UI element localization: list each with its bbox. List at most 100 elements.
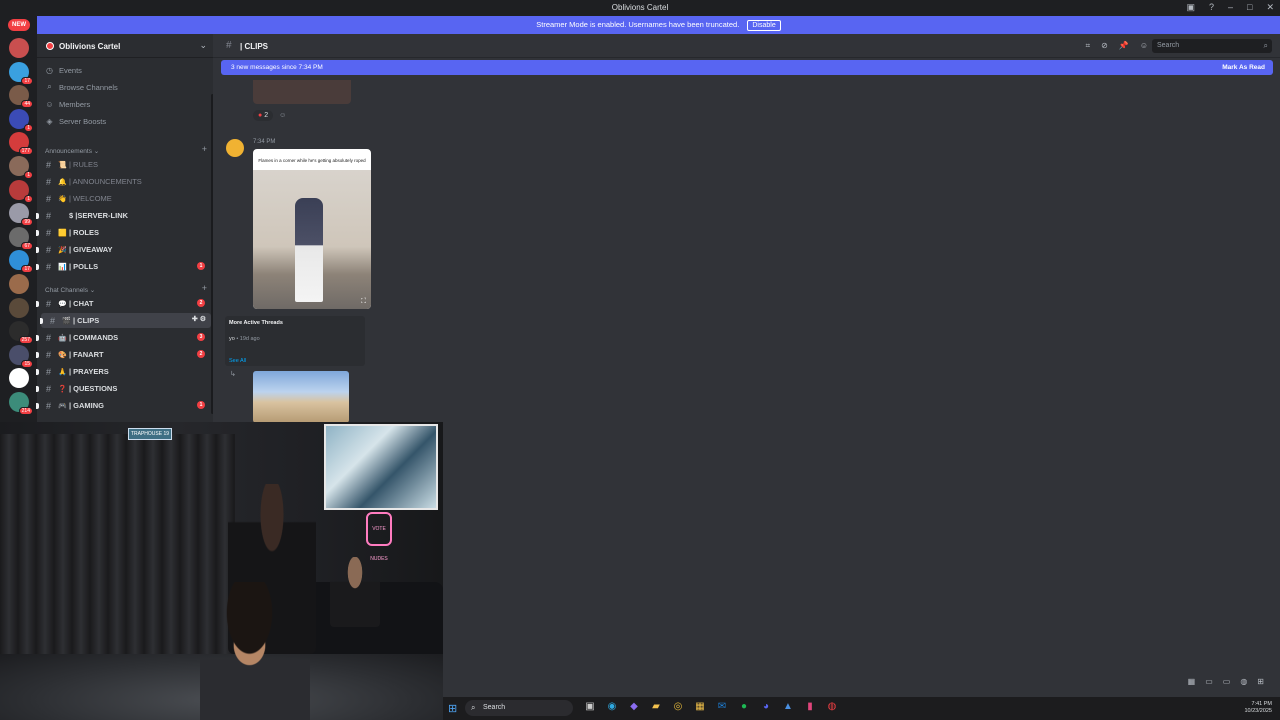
inbox-icon[interactable]: ▣ <box>1186 2 1195 13</box>
edge-icon[interactable]: ◉ <box>605 701 619 712</box>
channel-item[interactable]: # 🟨 | ROLES <box>36 225 209 240</box>
category-chat[interactable]: Chat Channels ⌄ <box>45 286 95 294</box>
channel-emoji: 👋 <box>58 195 67 203</box>
hash-icon: # <box>226 40 232 51</box>
app-icon[interactable]: ◆ <box>627 701 641 712</box>
video-attachment[interactable]: Flames in a corner while he's getting ab… <box>253 149 371 309</box>
add-channel-icon[interactable]: + <box>202 144 207 154</box>
reaction[interactable]: ● 2 <box>253 110 274 121</box>
channel-name: | CLIPS <box>240 42 269 51</box>
channel-item[interactable]: # 🎬 | CLIPS ✚⚙ <box>40 313 211 328</box>
members-icon[interactable]: ☺ <box>1140 41 1148 51</box>
channel-item[interactable]: # 📜 | RULES <box>37 157 209 172</box>
streaming-app-icon[interactable]: ▮ <box>803 701 817 712</box>
channel-item[interactable]: # 🔔 | ANNOUNCEMENTS <box>37 174 209 189</box>
server-icon[interactable] <box>9 38 29 58</box>
maximize-icon[interactable]: □ <box>1247 2 1252 13</box>
hash-icon: # <box>46 244 52 255</box>
nav-icon: ☺ <box>45 99 54 109</box>
add-reaction-icon[interactable]: ☺ <box>279 112 286 119</box>
server-icon[interactable]: 15 <box>9 344 33 368</box>
server-icon[interactable]: 177 <box>9 132 33 156</box>
server-icon[interactable]: 99 <box>9 203 33 227</box>
display-icon[interactable]: ▭ <box>1223 677 1231 686</box>
channel-item[interactable]: # 🎮 | GAMING 1 <box>36 398 209 413</box>
help-icon[interactable]: ? <box>1209 2 1214 13</box>
nav-item[interactable]: ◷ Events <box>45 63 82 77</box>
server-icon[interactable]: 257 <box>9 321 33 345</box>
channel-item[interactable]: # ❓ | QUESTIONS <box>36 381 209 396</box>
channel-label: | PRAYERS <box>69 367 109 376</box>
unread-indicator <box>36 301 39 307</box>
server-icon[interactable]: 44 <box>9 85 33 109</box>
system-tray-icons: ▦ ▭ ▭ ◍ ⊞ <box>1188 677 1264 686</box>
server-icon[interactable]: 1 <box>9 108 33 132</box>
close-icon[interactable]: ✕ <box>1266 2 1274 13</box>
channel-item[interactable]: # 🎨 | FANART 2 <box>36 347 209 362</box>
channel-item[interactable]: # 👋 | WELCOME <box>37 191 209 206</box>
apps-icon[interactable]: ⊞ <box>1257 677 1264 686</box>
minimize-icon[interactable]: – <box>1228 2 1233 13</box>
channel-settings-icons[interactable]: ✚⚙ <box>192 315 208 323</box>
channel-item[interactable]: # 💬 | CHAT 2 <box>36 296 209 311</box>
taskbar-clock[interactable]: 7:41 PM 10/23/2025 <box>1244 701 1272 715</box>
hash-icon: # <box>46 383 52 394</box>
server-header[interactable]: Oblivions Cartel ⌄ <box>37 34 213 58</box>
server-icon[interactable]: 17 <box>9 250 33 274</box>
server-icon[interactable] <box>9 297 29 318</box>
window-icon[interactable]: ▭ <box>1205 677 1213 686</box>
search-placeholder: Search <box>1157 42 1180 49</box>
server-badge: 15 <box>21 359 33 368</box>
category-announcements[interactable]: Announcements ⌄ <box>45 147 99 155</box>
channel-item[interactable]: # 🎉 | GIVEAWAY <box>36 242 209 257</box>
channel-item[interactable]: # $ |SERVER-LINK <box>36 208 209 223</box>
calendar-icon[interactable]: ▦ <box>693 701 707 712</box>
server-icon[interactable]: 214 <box>9 392 33 415</box>
channel-item[interactable]: # 📊 | POLLS 1 <box>36 259 209 274</box>
hash-icon: # <box>46 193 52 204</box>
fullscreen-icon[interactable]: ⛶ <box>361 298 366 306</box>
globe-icon[interactable]: ◍ <box>1240 677 1247 686</box>
new-messages-bar[interactable]: 3 new messages since 7:34 PM Mark As Rea… <box>221 60 1273 75</box>
server-name: Oblivions Cartel <box>59 42 121 51</box>
windows-start-icon[interactable]: ⊞ <box>448 702 457 715</box>
avatar[interactable] <box>226 139 244 157</box>
server-icon[interactable]: 67 <box>9 226 33 250</box>
chevron-down-icon[interactable]: ⌄ <box>199 40 207 51</box>
nav-item[interactable]: ◈ Server Boosts <box>45 114 106 128</box>
taskbar-search[interactable]: ⌕ Search <box>465 700 573 716</box>
discord-icon[interactable]: ◕ <box>759 701 773 712</box>
channel-item[interactable]: # 🙏 | PRAYERS <box>36 364 209 379</box>
outlook-icon[interactable]: ✉ <box>715 701 729 712</box>
nav-item[interactable]: ☺ Members <box>45 97 90 111</box>
grid-icon[interactable]: ▦ <box>1188 677 1196 686</box>
server-icon[interactable]: 1 <box>9 179 33 203</box>
task-view-icon[interactable]: ▣ <box>583 701 597 712</box>
mute-icon[interactable]: ⊘ <box>1101 41 1108 51</box>
add-channel-icon[interactable]: + <box>202 283 207 293</box>
file-explorer-icon[interactable]: ▰ <box>649 701 663 712</box>
threads-icon[interactable]: ⌗ <box>1086 41 1091 51</box>
channel-label: | WELCOME <box>69 194 112 203</box>
channel-emoji: 📜 <box>58 161 67 169</box>
banner-text: Streamer Mode is enabled. Usernames have… <box>536 20 740 29</box>
nav-item[interactable]: ⌕ Browse Channels <box>45 80 118 94</box>
channel-item[interactable]: # 🤖 | COMMANDS 3 <box>36 330 209 345</box>
server-icon[interactable] <box>9 274 29 294</box>
app-icon[interactable]: ▲ <box>781 701 795 712</box>
server-rail: 17 44 1 177 1 1 99 67 17 257 15 214 <box>0 34 37 424</box>
pin-icon[interactable]: 📌 <box>1119 41 1129 51</box>
thread-item[interactable]: yo • 19d ago <box>229 336 260 342</box>
disable-button[interactable]: Disable <box>747 20 781 31</box>
mark-as-read-button[interactable]: Mark As Read <box>1222 64 1265 71</box>
chrome-icon[interactable]: ◎ <box>671 701 685 712</box>
see-all-link[interactable]: See All <box>229 358 246 364</box>
image-attachment[interactable] <box>253 80 351 104</box>
image-attachment[interactable] <box>253 371 349 423</box>
server-icon[interactable] <box>9 368 29 389</box>
search-input[interactable]: Search ⌕ <box>1152 39 1272 53</box>
server-icon[interactable]: 17 <box>9 61 33 85</box>
server-icon[interactable]: 1 <box>9 156 33 179</box>
spotify-icon[interactable]: ● <box>737 701 751 712</box>
app-icon[interactable]: ◍ <box>825 701 839 712</box>
